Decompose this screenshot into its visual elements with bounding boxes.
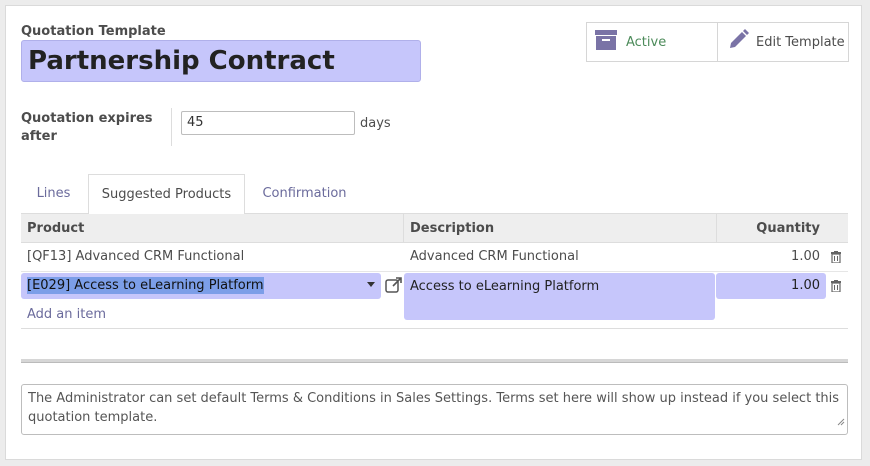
resize-handle-icon[interactable] [837,413,845,432]
header-quantity[interactable]: Quantity [716,214,826,243]
section-divider [21,359,848,363]
product-select-value: [E029] Access to eLearning Platform [27,277,264,294]
expiry-days-input[interactable]: 45 [181,111,355,135]
field-separator [171,108,172,146]
terms-conditions-textarea[interactable]: The Administrator can set default Terms … [21,384,848,435]
form-sheet: Quotation Template Partnership Contract … [5,5,862,460]
row-product: [QF13] Advanced CRM Functional [27,249,245,264]
template-label: Quotation Template [21,24,166,39]
edit-template-label: Edit Template [756,34,845,50]
table-row[interactable]: [QF13] Advanced CRM Functional Advanced … [21,243,848,272]
row-quantity: 1.00 [791,249,820,264]
header-product[interactable]: Product [27,214,84,243]
tab-lines[interactable]: Lines [21,174,86,214]
days-label: days [360,116,391,131]
product-select[interactable]: [E029] Access to eLearning Platform [21,273,381,299]
add-item-link[interactable]: Add an item [27,307,106,322]
pencil-icon [727,29,749,55]
active-label: Active [626,34,667,50]
tab-suggested-products[interactable]: Suggested Products [88,174,245,214]
trash-icon[interactable] [831,251,841,266]
table-header: Product Description Quantity [21,213,848,243]
terms-placeholder: The Administrator can set default Terms … [28,391,840,425]
chevron-down-icon[interactable] [367,282,375,287]
trash-icon[interactable] [831,280,841,295]
smart-button-box: Active Edit Template [586,22,849,62]
external-link-icon[interactable] [385,276,403,298]
table-row-editing: [E029] Access to eLearning Platform Acce… [21,272,848,320]
active-toggle-button[interactable]: Active [587,23,718,61]
tab-confirmation[interactable]: Confirmation [247,174,362,214]
add-item-row: Add an item [21,301,848,329]
expires-label: Quotation expires after [21,111,153,144]
notebook-tabs: Lines Suggested Products Confirmation [21,174,848,214]
quantity-input[interactable]: 1.00 [716,273,826,299]
template-name-input[interactable]: Partnership Contract [21,40,421,82]
archive-icon [594,29,618,55]
suggested-products-table: Product Description Quantity [QF13] Adva… [21,213,848,329]
header-description[interactable]: Description [403,214,716,243]
row-description: Advanced CRM Functional [410,249,579,264]
edit-template-button[interactable]: Edit Template [718,23,848,61]
